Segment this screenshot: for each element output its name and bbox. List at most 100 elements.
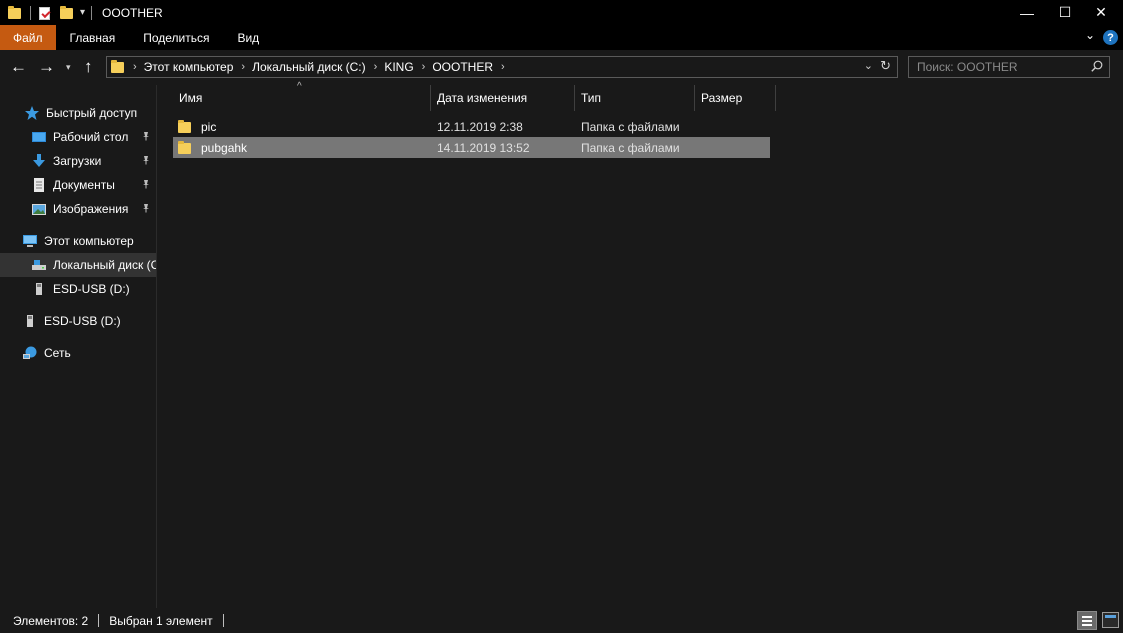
status-bar: Элементов: 2 Выбран 1 элемент xyxy=(0,608,1123,633)
back-button[interactable]: ← xyxy=(10,57,27,77)
search-input[interactable] xyxy=(909,57,1089,77)
column-headers: Имя ^ Дата изменения Тип Размер xyxy=(173,81,776,111)
pin-icon[interactable] xyxy=(141,155,151,168)
breadcrumb-local-disk[interactable]: Локальный диск (C:) xyxy=(252,60,366,74)
tab-home[interactable]: Главная xyxy=(56,25,130,50)
navigation-pane: Быстрый доступ Рабочий стол Загрузки Док… xyxy=(0,85,157,608)
nav-this-pc[interactable]: Этот компьютер xyxy=(22,229,134,253)
nav-network[interactable]: Сеть xyxy=(22,341,71,365)
date-cell: 14.11.2019 13:52 xyxy=(437,140,530,155)
breadcrumb-ooother[interactable]: OOOTHER xyxy=(432,60,493,74)
breadcrumb-separator-icon[interactable]: › xyxy=(133,61,137,73)
nav-documents[interactable]: Документы xyxy=(31,173,156,197)
nav-local-disk[interactable]: Локальный диск (C xyxy=(0,253,157,277)
size-cell xyxy=(695,116,770,137)
selected-count: Выбран 1 элемент xyxy=(109,613,213,628)
help-icon[interactable]: ? xyxy=(1103,30,1118,45)
documents-icon xyxy=(31,177,47,193)
name-cell: pic xyxy=(173,116,431,137)
breadcrumb-separator-icon[interactable]: › xyxy=(374,61,378,73)
folder-icon xyxy=(111,60,125,74)
close-button[interactable]: ✕ xyxy=(1083,0,1119,25)
breadcrumb-separator-icon[interactable]: › xyxy=(501,61,505,73)
nav-item-label: ESD-USB (D:) xyxy=(53,282,130,296)
status-divider xyxy=(98,614,100,627)
pin-icon[interactable] xyxy=(141,131,151,144)
desktop-icon xyxy=(31,129,47,145)
tab-view[interactable]: Вид xyxy=(223,25,273,50)
column-header-type[interactable]: Тип xyxy=(575,85,695,111)
folder-icon xyxy=(177,119,193,135)
nav-item-label: Рабочий стол xyxy=(53,130,129,144)
usb-drive-icon xyxy=(22,313,38,329)
computer-icon xyxy=(22,233,38,249)
column-header-label: Дата изменения xyxy=(437,91,528,105)
type-cell: Папка с файлами xyxy=(581,140,680,155)
breadcrumb-separator-icon[interactable]: › xyxy=(241,61,245,73)
file-list: Имя ^ Дата изменения Тип Размер pic 12.1… xyxy=(157,81,1123,608)
ribbon-tabs: Файл Главная Поделиться Вид ⌄ ? xyxy=(0,25,1123,50)
details-view-icon[interactable] xyxy=(1077,611,1097,630)
large-icons-view-icon[interactable] xyxy=(1102,612,1119,628)
toolbar-divider xyxy=(30,5,31,20)
column-header-date[interactable]: Дата изменения xyxy=(431,85,575,111)
address-bar[interactable]: › Этот компьютер › Локальный диск (C:) ›… xyxy=(106,56,898,78)
breadcrumb-king[interactable]: KING xyxy=(384,60,413,74)
title-bar: ▾ OOOTHER — ☐ ✕ xyxy=(0,0,1123,25)
quick-access-dropdown-icon[interactable]: ▾ xyxy=(80,7,85,18)
file-name: pic xyxy=(201,119,217,134)
breadcrumb-this-pc[interactable]: Этот компьютер xyxy=(144,60,234,74)
pin-icon[interactable] xyxy=(141,179,151,192)
address-dropdown-icon[interactable]: ⌄ xyxy=(864,59,873,72)
column-header-label: Тип xyxy=(581,91,602,105)
nav-downloads[interactable]: Загрузки xyxy=(31,149,156,173)
nav-usb-drive-root[interactable]: ESD-USB (D:) xyxy=(22,309,121,333)
maximize-button[interactable]: ☐ xyxy=(1047,0,1083,25)
size-cell xyxy=(695,137,770,158)
nav-quick-access[interactable]: Быстрый доступ xyxy=(24,101,137,125)
column-header-label: Размер xyxy=(701,91,743,105)
tab-share[interactable]: Поделиться xyxy=(129,25,223,50)
minimize-button[interactable]: — xyxy=(1009,0,1045,25)
nav-item-label: Загрузки xyxy=(53,154,102,168)
search-icon[interactable] xyxy=(1091,60,1103,72)
nav-item-label: Быстрый доступ xyxy=(46,106,138,120)
nav-pictures[interactable]: Изображения xyxy=(31,197,156,221)
type-cell: Папка с файлами xyxy=(581,119,680,134)
nav-item-label: Сеть xyxy=(44,346,71,360)
nav-item-label: Локальный диск (C xyxy=(53,258,157,272)
date-cell: 12.11.2019 2:38 xyxy=(437,119,523,134)
network-icon xyxy=(22,345,38,361)
name-cell: pubgahk xyxy=(173,137,431,158)
nav-usb-drive[interactable]: ESD-USB (D:) xyxy=(31,277,130,301)
tab-file[interactable]: Файл xyxy=(0,25,56,50)
nav-desktop[interactable]: Рабочий стол xyxy=(31,125,156,149)
usb-drive-icon xyxy=(31,281,47,297)
refresh-icon[interactable]: ↻ xyxy=(880,58,891,74)
folder-icon xyxy=(177,140,193,156)
download-icon xyxy=(31,153,47,169)
new-folder-icon[interactable] xyxy=(59,5,75,21)
column-header-name[interactable]: Имя ^ xyxy=(173,81,431,111)
nav-item-label: Документы xyxy=(53,178,115,192)
column-header-size[interactable]: Размер xyxy=(695,85,776,111)
navigation-row: ← → ▾ ↑ › Этот компьютер › Локальный дис… xyxy=(0,50,1123,85)
column-header-label: Имя xyxy=(179,91,203,105)
properties-icon[interactable] xyxy=(37,5,53,21)
breadcrumb-separator-icon[interactable]: › xyxy=(422,61,426,73)
search-box[interactable] xyxy=(908,56,1110,78)
sort-ascending-icon: ^ xyxy=(297,81,302,92)
recent-locations-button[interactable]: ▾ xyxy=(66,57,71,77)
forward-button[interactable]: → xyxy=(38,57,55,77)
table-row[interactable]: pubgahk 14.11.2019 13:52 Папка с файлами xyxy=(173,137,770,158)
star-icon xyxy=(24,105,40,121)
expand-ribbon-icon[interactable]: ⌄ xyxy=(1085,28,1095,42)
nav-item-label: Изображения xyxy=(53,202,129,216)
pictures-icon xyxy=(31,201,47,217)
nav-item-label: Этот компьютер xyxy=(44,234,134,248)
up-button[interactable]: ↑ xyxy=(84,57,93,77)
file-name: pubgahk xyxy=(201,140,248,155)
table-row[interactable]: pic 12.11.2019 2:38 Папка с файлами xyxy=(173,116,770,137)
pin-icon[interactable] xyxy=(141,203,151,216)
folder-icon[interactable] xyxy=(7,5,23,21)
